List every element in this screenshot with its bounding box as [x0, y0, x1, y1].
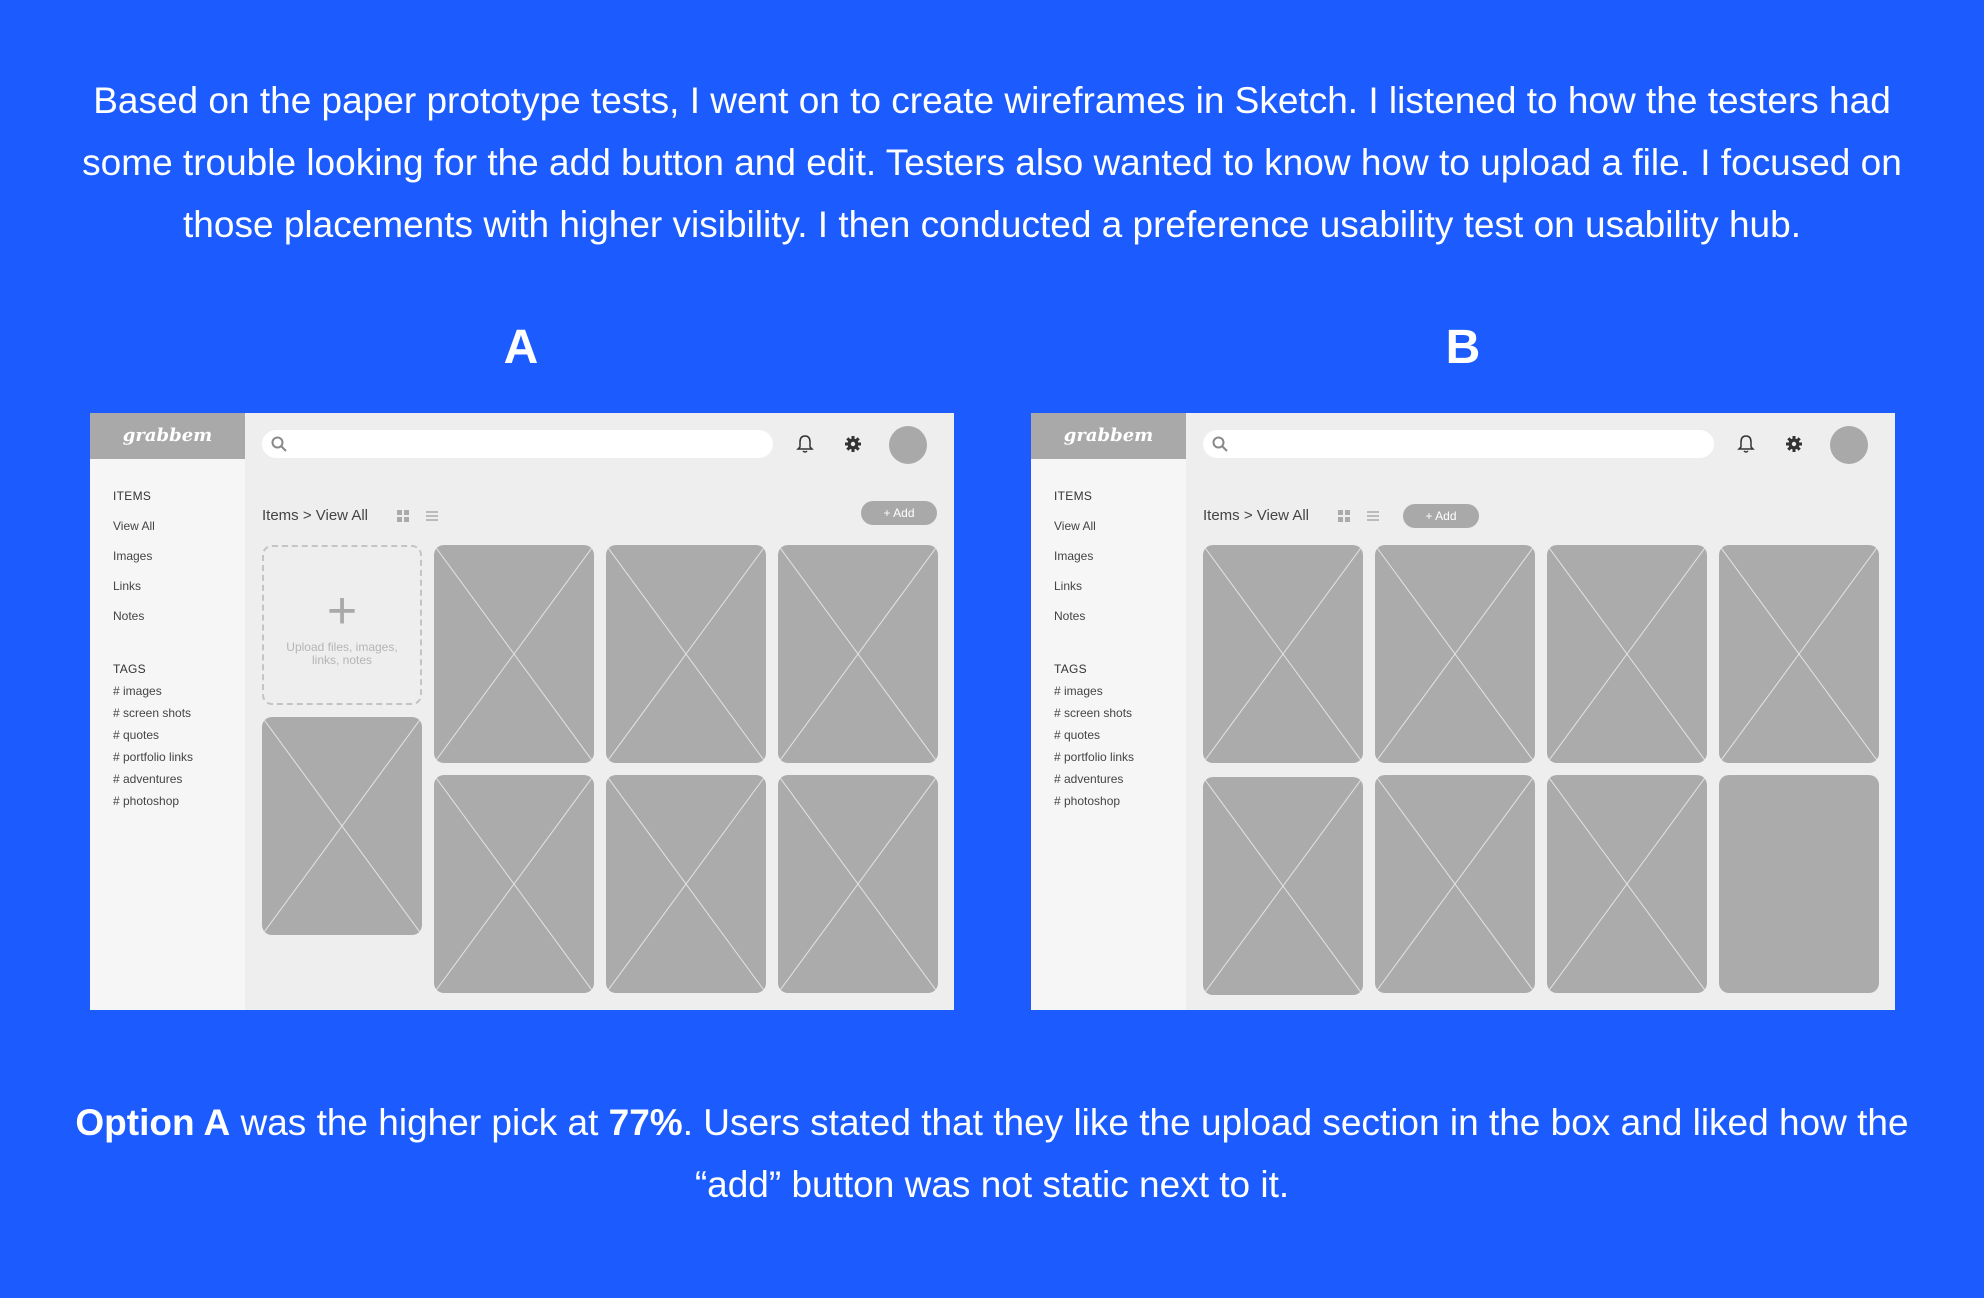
list-view-icon[interactable] [1366, 509, 1380, 523]
tag-portfolio-links[interactable]: # portfolio links [1054, 750, 1134, 764]
tag-adventures[interactable]: # adventures [1054, 772, 1134, 786]
avatar[interactable] [889, 426, 927, 464]
sidebar: grabbem ITEMS View All Images Links Note… [1031, 413, 1186, 1010]
tags-heading: TAGS [113, 662, 146, 676]
image-placeholder-icon [262, 717, 422, 935]
item-card[interactable] [778, 775, 938, 993]
image-placeholder-icon [778, 545, 938, 763]
sidebar: grabbem ITEMS View All Images Links Note… [90, 413, 245, 1010]
option-a-label: Option A [75, 1102, 231, 1143]
nav-item-notes[interactable]: Notes [113, 609, 155, 623]
items-nav: ITEMS View All Images Links Notes [1054, 489, 1096, 623]
grid-view-icon[interactable] [1337, 509, 1351, 523]
item-card[interactable] [778, 545, 938, 763]
items-nav: ITEMS View All Images Links Notes [113, 489, 155, 623]
avatar[interactable] [1830, 426, 1868, 464]
bell-icon[interactable] [1736, 434, 1756, 454]
tag-screen-shots[interactable]: # screen shots [1054, 706, 1134, 720]
tags-nav: TAGS # images # screen shots # quotes # … [113, 662, 193, 808]
tags-heading: TAGS [1054, 662, 1087, 676]
summary-text-2: . Users stated that they like the upload… [682, 1102, 1909, 1205]
breadcrumb: Items > View All [1203, 507, 1310, 524]
item-card[interactable] [1375, 775, 1535, 993]
tag-quotes[interactable]: # quotes [113, 728, 193, 742]
search-icon [1212, 436, 1228, 452]
image-placeholder-icon [1547, 545, 1707, 763]
wireframe-b: grabbem ITEMS View All Images Links Note… [1031, 413, 1895, 1010]
item-card[interactable] [1547, 545, 1707, 763]
tag-quotes[interactable]: # quotes [1054, 728, 1134, 742]
variant-a-label: A [503, 321, 539, 374]
items-heading: ITEMS [113, 489, 152, 503]
breadcrumb: Items > View All [262, 507, 369, 524]
grid-view-icon[interactable] [396, 509, 410, 523]
item-card[interactable] [434, 775, 594, 993]
item-card[interactable] [606, 545, 766, 763]
item-card[interactable] [434, 545, 594, 763]
wireframe-a: grabbem ITEMS View All Images Links Note… [90, 413, 954, 1010]
image-placeholder-icon [778, 775, 938, 993]
item-card[interactable] [606, 775, 766, 993]
tag-images[interactable]: # images [1054, 684, 1134, 698]
upload-box[interactable]: + Upload files, images, links, notes [262, 545, 422, 705]
list-view-icon[interactable] [425, 509, 439, 523]
add-button[interactable]: + Add [1403, 504, 1479, 528]
item-card[interactable] [1203, 777, 1363, 995]
nav-item-links[interactable]: Links [1054, 579, 1096, 593]
image-placeholder-icon [606, 545, 766, 763]
items-heading: ITEMS [1054, 489, 1093, 503]
image-placeholder-icon [1547, 775, 1707, 993]
gear-icon[interactable] [1784, 434, 1804, 454]
nav-item-view-all[interactable]: View All [1054, 519, 1096, 533]
upload-plus-icon: + [326, 582, 358, 640]
tags-nav: TAGS # images # screen shots # quotes # … [1054, 662, 1134, 808]
logo: grabbem [1031, 413, 1186, 459]
item-card-empty[interactable] [1719, 775, 1879, 993]
image-placeholder-icon [1203, 777, 1363, 995]
gear-icon[interactable] [843, 434, 863, 454]
image-placeholder-icon [434, 775, 594, 993]
image-placeholder-icon [1719, 545, 1879, 763]
nav-item-images[interactable]: Images [1054, 549, 1096, 563]
search-icon [271, 436, 287, 452]
item-card[interactable] [1375, 545, 1535, 763]
image-placeholder-icon [1375, 545, 1535, 763]
summary-text-1: was the higher pick at [230, 1102, 609, 1143]
item-card[interactable] [262, 717, 422, 935]
image-placeholder-icon [1375, 775, 1535, 993]
item-card[interactable] [1719, 545, 1879, 763]
bell-icon[interactable] [795, 434, 815, 454]
summary-text: Option A was the higher pick at 77%. Use… [70, 1092, 1914, 1216]
logo: grabbem [90, 413, 245, 459]
tag-photoshop[interactable]: # photoshop [1054, 794, 1134, 808]
tag-adventures[interactable]: # adventures [113, 772, 193, 786]
nav-item-notes[interactable]: Notes [1054, 609, 1096, 623]
image-placeholder-icon [434, 545, 594, 763]
item-card[interactable] [1203, 545, 1363, 763]
search-input[interactable] [262, 430, 773, 458]
tag-photoshop[interactable]: # photoshop [113, 794, 193, 808]
tag-portfolio-links[interactable]: # portfolio links [113, 750, 193, 764]
percent-value: 77% [608, 1102, 683, 1143]
add-button[interactable]: + Add [861, 501, 937, 525]
nav-item-links[interactable]: Links [113, 579, 155, 593]
tag-screen-shots[interactable]: # screen shots [113, 706, 193, 720]
intro-text: Based on the paper prototype tests, I we… [82, 80, 1902, 245]
image-placeholder-icon [606, 775, 766, 993]
variant-b-label: B [1445, 321, 1481, 374]
item-card[interactable] [1547, 775, 1707, 993]
upload-text: Upload files, images, links, notes [286, 640, 398, 667]
nav-item-view-all[interactable]: View All [113, 519, 155, 533]
search-input[interactable] [1203, 430, 1714, 458]
nav-item-images[interactable]: Images [113, 549, 155, 563]
tag-images[interactable]: # images [113, 684, 193, 698]
image-placeholder-icon [1203, 545, 1363, 763]
